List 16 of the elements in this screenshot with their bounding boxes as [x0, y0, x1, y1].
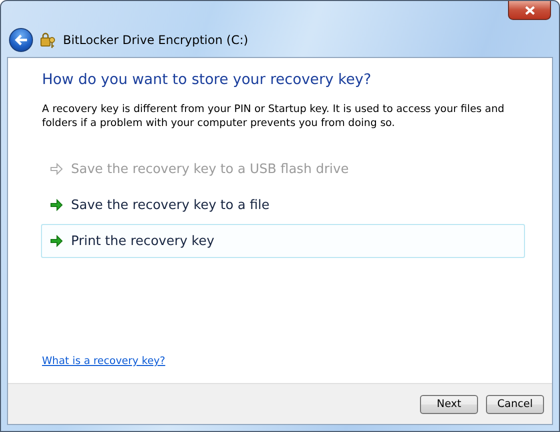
help-link[interactable]: What is a recovery key? — [42, 355, 166, 367]
dialog-button[interactable]: Next — [420, 394, 478, 414]
page-heading: How do you want to store your recovery key? — [42, 72, 372, 88]
close-icon — [524, 6, 534, 14]
option-link[interactable]: Save the recovery key to a file — [41, 188, 525, 222]
back-button[interactable] — [9, 28, 33, 52]
window-title: BitLocker Drive Encryption (C:) — [63, 33, 248, 47]
key-lock-icon — [39, 31, 57, 49]
description-text: A recovery key is different from your PIN or Startup key. It is used to access your files and folders if a problem with your computer prevents you from doing so. — [42, 102, 506, 130]
arrow-icon — [50, 235, 63, 247]
arrow-icon — [50, 199, 63, 211]
close-button[interactable] — [508, 1, 551, 20]
arrow-icon — [50, 163, 63, 175]
option-link[interactable]: Print the recovery key — [41, 224, 525, 258]
back-arrow-icon — [14, 34, 28, 46]
dialog-button[interactable]: Cancel — [486, 394, 544, 414]
